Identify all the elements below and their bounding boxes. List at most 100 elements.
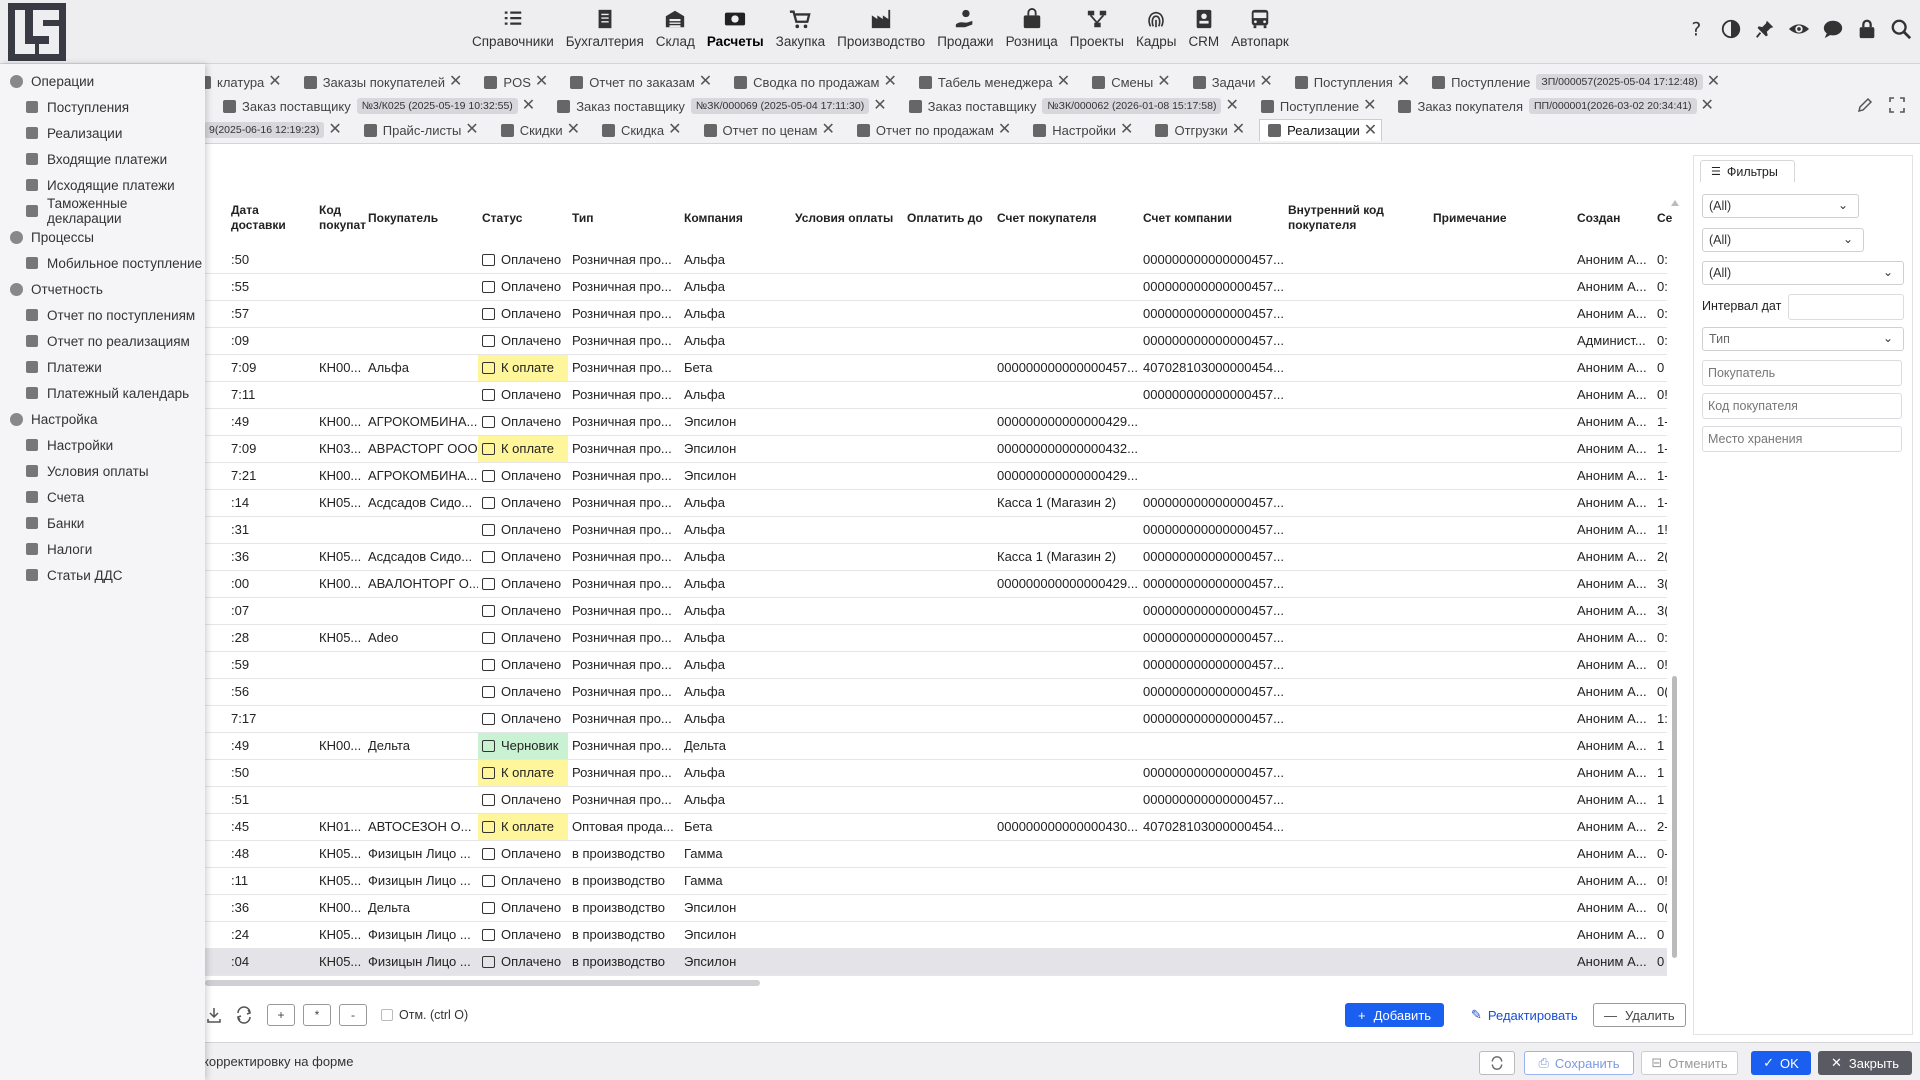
tab-row3-5[interactable]: Отчет по продажам ✕ (849, 119, 1015, 141)
sidebar-item-0-0[interactable]: Поступления (0, 94, 205, 120)
table-row[interactable]: :57 Оплачено Розничная про... Альфа 00000000… (205, 301, 1667, 328)
table-row[interactable]: :50 К оплате Розничная про... Альфа 00000000… (205, 760, 1667, 787)
sidebar-item-2-0[interactable]: Отчет по поступлениям (0, 302, 205, 328)
column-header[interactable]: Счет компании (1143, 190, 1283, 246)
refresh-icon[interactable] (235, 1006, 253, 1024)
save-button[interactable]: ⎙ Сохранить (1524, 1051, 1634, 1075)
table-row[interactable]: :56 Оплачено Розничная про... Альфа 00000000… (205, 679, 1667, 706)
column-header[interactable]: Тип (572, 190, 680, 246)
column-header[interactable]: Ce (1657, 190, 1672, 246)
tab-row3-7[interactable]: Отгрузки ✕ (1147, 119, 1249, 141)
tab-row1-6[interactable]: Смены ✕ (1084, 71, 1175, 93)
buyer-input[interactable]: Покупатель (1702, 360, 1902, 386)
horizontal-scrollbar[interactable] (205, 980, 760, 986)
download-icon[interactable] (205, 1006, 223, 1024)
close-tab-icon[interactable]: ✕ (449, 74, 462, 90)
table-row[interactable]: :24 КН05... Физицын Лицо ... Оплачено в прои… (205, 922, 1667, 949)
close-tab-icon[interactable]: ✕ (822, 122, 835, 138)
table-row[interactable]: :04 КН05... Физицын Лицо ... Оплачено в прои… (205, 949, 1667, 976)
tab-row1-3[interactable]: Отчет по заказам ✕ (562, 71, 716, 93)
search-icon[interactable] (1890, 18, 1912, 40)
table-row[interactable]: :00 КН00... АВАЛОНТОРГ О... Оплачено Розничн… (205, 571, 1667, 598)
sidebar-group-2[interactable]: Отчетность (0, 276, 205, 302)
scroll-thumb[interactable] (1672, 676, 1677, 958)
column-header[interactable]: Компания (684, 190, 792, 246)
close-tab-icon[interactable]: ✕ (465, 122, 478, 138)
tab-row3-1[interactable]: Прайс-листы ✕ (356, 119, 483, 141)
sidebar-item-2-2[interactable]: Платежи (0, 354, 205, 380)
sidebar-item-3-0[interactable]: Настройки (0, 432, 205, 458)
table-row[interactable]: :11 КН05... Физицын Лицо ... Оплачено в прои… (205, 868, 1667, 895)
table-row[interactable]: 7:09 КН03... АВРАСТОРГ ООО К оплате Рознична… (205, 436, 1667, 463)
module-hierarchy[interactable]: Проекты (1064, 8, 1130, 56)
close-tab-icon[interactable]: ✕ (883, 74, 896, 90)
table-row[interactable]: :07 Оплачено Розничная про... Альфа 00000000… (205, 598, 1667, 625)
table-row[interactable]: :51 Оплачено Розничная про... Альфа 00000000… (205, 787, 1667, 814)
table-row[interactable]: :36 КН05... Асдсадов Сидо... Оплачено Рознич… (205, 544, 1667, 571)
close-tab-icon[interactable]: ✕ (873, 98, 886, 114)
close-tab-icon[interactable]: ✕ (1120, 122, 1133, 138)
table-row[interactable]: 7:09 КН00... Альфа К оплате Розничная про...… (205, 355, 1667, 382)
filter-select-2[interactable]: (All) ⌄ (1702, 228, 1864, 252)
table-row[interactable]: :09 Оплачено Розничная про... Альфа 00000000… (205, 328, 1667, 355)
module-id-card[interactable]: CRM (1182, 8, 1225, 56)
close-button[interactable]: ✕ Закрыть (1818, 1051, 1912, 1075)
help-icon[interactable]: ? (1686, 18, 1708, 40)
close-tab-icon[interactable]: ✕ (535, 74, 548, 90)
module-factory[interactable]: Производство (831, 8, 931, 56)
tab-row3-0[interactable]: 9(2025-06-16 12:19:23) ✕ (196, 119, 346, 141)
reload-button[interactable] (1479, 1051, 1515, 1075)
sidebar-item-3-4[interactable]: Налоги (0, 536, 205, 562)
sidebar-item-1-0[interactable]: Мобильное поступление (0, 250, 205, 276)
cancel-button[interactable]: ⊟ Отменить (1641, 1051, 1738, 1075)
table-row[interactable]: :31 Оплачено Розничная про... Альфа 00000000… (205, 517, 1667, 544)
tab-row2-2[interactable]: Заказ поставщику №ЗК/000062 (2026-01-08 1… (901, 95, 1243, 117)
add-button[interactable]: + Добавить (1345, 1003, 1445, 1027)
pin-icon[interactable] (1754, 18, 1776, 40)
sidebar-item-0-4[interactable]: Таможенные декларации (0, 196, 205, 226)
table-row[interactable]: :59 Оплачено Розничная про... Альфа 00000000… (205, 652, 1667, 679)
mark-checkbox[interactable] (381, 1009, 393, 1021)
table-row[interactable]: :14 КН05... Асдсадов Сидо... Оплачено Рознич… (205, 490, 1667, 517)
tab-row2-0[interactable]: Заказ поставщику №3/К025 (2025-05-19 10:3… (215, 95, 539, 117)
delete-button[interactable]: — Удалить (1593, 1003, 1686, 1027)
lock-icon[interactable] (1856, 18, 1878, 40)
sidebar-item-3-1[interactable]: Условия оплаты (0, 458, 205, 484)
sidebar-item-2-3[interactable]: Платежный календарь (0, 380, 205, 406)
edit-pencil-icon[interactable] (1856, 96, 1874, 114)
date-interval-input[interactable] (1788, 294, 1904, 320)
column-header[interactable]: Создан (1577, 190, 1655, 246)
close-tab-icon[interactable]: ✕ (1259, 74, 1272, 90)
close-tab-icon[interactable]: ✕ (699, 74, 712, 90)
column-header[interactable]: Покупатель (368, 190, 478, 246)
tab-row1-9[interactable]: Поступление ЗП/000057(2025-05-04 17:12:48… (1424, 71, 1724, 93)
module-list-check[interactable]: Справочники (466, 8, 560, 56)
tab-row1-2[interactable]: POS ✕ (476, 71, 552, 93)
type-select[interactable]: Тип ⌄ (1702, 327, 1904, 351)
module-ledger[interactable]: Бухгалтерия (560, 8, 650, 56)
close-tab-icon[interactable]: ✕ (268, 74, 281, 90)
table-row[interactable]: :50 Оплачено Розничная про... Альфа 00000000… (205, 247, 1667, 274)
buyer-code-input[interactable]: Код покупателя (1702, 393, 1902, 419)
module-fingerprint[interactable]: Кадры (1130, 8, 1182, 56)
sidebar-group-1[interactable]: Процессы (0, 224, 205, 250)
close-tab-icon[interactable]: ✕ (1057, 74, 1070, 90)
tab-row2-3[interactable]: Поступление ✕ (1253, 95, 1381, 117)
tab-row3-3[interactable]: Скидка ✕ (594, 119, 686, 141)
table-row[interactable]: :36 КН00... Дельта Оплачено в производство Эп… (205, 895, 1667, 922)
table-row[interactable]: :49 КН00... Дельта Черновик Розничная про...… (205, 733, 1667, 760)
close-tab-icon[interactable]: ✕ (522, 98, 535, 114)
close-tab-icon[interactable]: ✕ (1364, 122, 1377, 138)
module-hand-coin[interactable]: Продажи (931, 8, 999, 56)
close-tab-icon[interactable]: ✕ (1157, 74, 1170, 90)
sidebar-item-3-3[interactable]: Банки (0, 510, 205, 536)
module-warehouse[interactable]: Склад (650, 8, 701, 56)
tab-row3-6[interactable]: Настройки ✕ (1025, 119, 1137, 141)
close-tab-icon[interactable]: ✕ (998, 122, 1011, 138)
filter-select-3[interactable]: (All) ⌄ (1702, 261, 1904, 285)
sidebar-item-0-2[interactable]: Входящие платежи (0, 146, 205, 172)
close-tab-icon[interactable]: ✕ (1225, 98, 1238, 114)
module-bus[interactable]: Автопарк (1225, 8, 1295, 56)
chat-icon[interactable] (1822, 18, 1844, 40)
column-header[interactable]: Код покупат (319, 190, 366, 246)
